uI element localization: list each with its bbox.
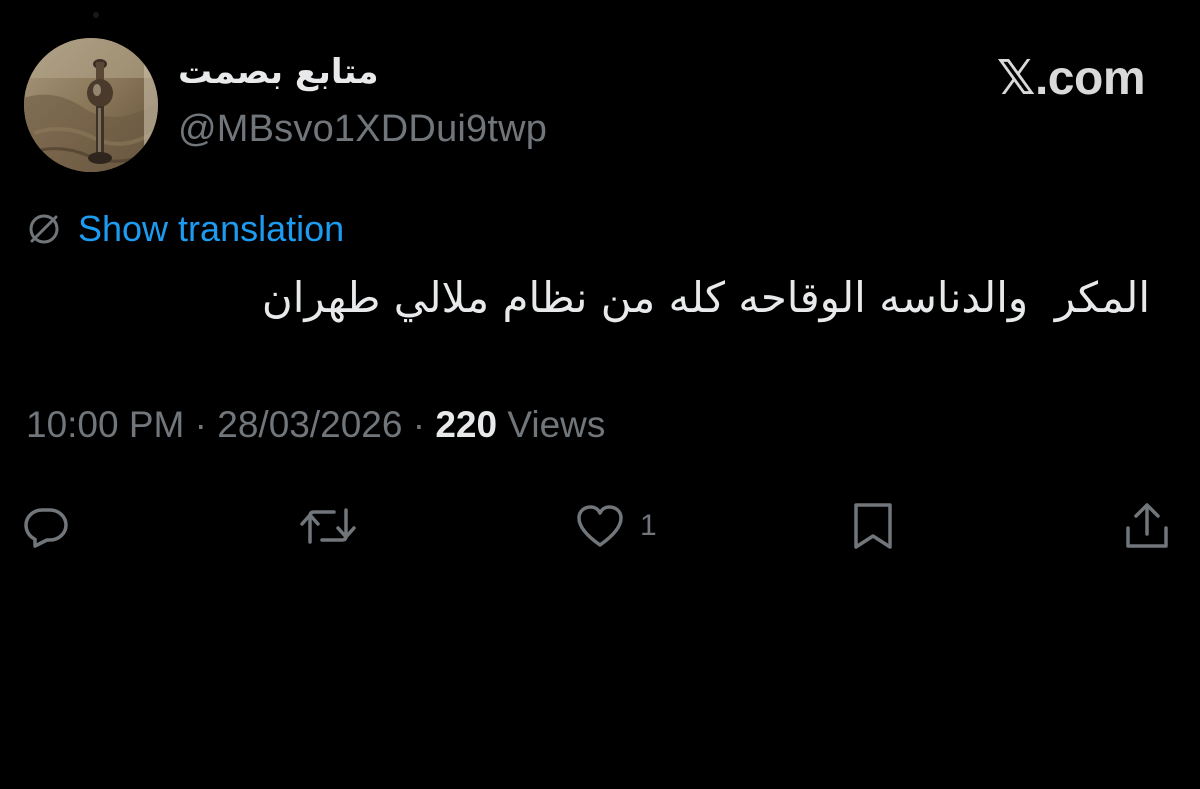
globe-slash-icon [24,209,64,249]
avatar[interactable] [24,38,158,172]
tweet-text: المكر والدناسه الوقاحه كله من نظام ملالي… [261,273,1150,322]
show-translation-label: Show translation [78,208,345,249]
views-count[interactable]: 220 [435,404,497,445]
avatar-image [24,38,158,172]
reply-icon [22,502,70,550]
meta-separator: · [184,404,218,445]
tweet-actions-bar: 1 [0,494,1200,558]
like-count: 1 [640,509,657,542]
bookmark-button[interactable] [850,494,896,558]
like-button[interactable]: 1 [574,494,657,558]
reply-button[interactable] [22,494,70,558]
brand-logo-text: 𝕏.com [996,52,1146,105]
tweet-time[interactable]: 10:00 PM [26,404,184,445]
repost-icon [298,502,358,550]
show-translation-button[interactable]: Show translation [24,207,344,251]
repost-button[interactable] [298,494,358,558]
views-label: Views [497,404,606,445]
heart-icon [574,502,626,550]
share-button[interactable] [1122,494,1172,558]
share-icon [1122,500,1172,552]
status-dot [93,12,99,18]
tweet-meta: 10:00 PM · 28/03/2026 · 220 Views [26,404,605,446]
meta-separator: · [402,404,436,445]
bookmark-icon [850,500,896,552]
user-handle[interactable]: @MBsvo1XDDui9twp [178,108,547,151]
display-name[interactable]: متابع بصمت [178,52,379,92]
tweet-date[interactable]: 28/03/2026 [217,404,402,445]
